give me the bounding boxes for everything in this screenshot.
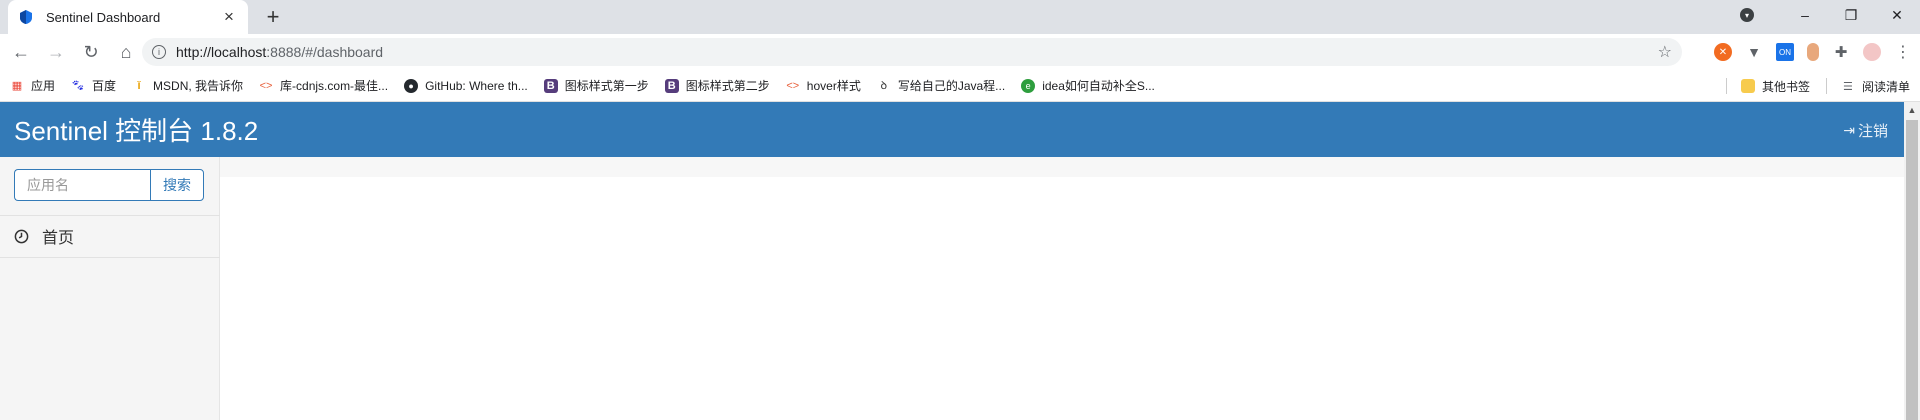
- tab-title: Sentinel Dashboard: [46, 9, 161, 25]
- extensions-puzzle-icon[interactable]: ✚: [1832, 43, 1850, 61]
- sidebar-item-label: 首页: [42, 230, 75, 247]
- bookmark-separator: [1825, 78, 1827, 94]
- sentinel-shield-icon: [20, 10, 32, 24]
- extension-capsule-icon[interactable]: [1807, 43, 1819, 61]
- forward-arrow-icon[interactable]: →: [42, 38, 70, 66]
- bookmark-label: GitHub: Where th...: [425, 78, 528, 93]
- bookmark-label: hover样式: [806, 79, 861, 93]
- scrollbar-thumb[interactable]: [1906, 120, 1918, 420]
- bookmark-item[interactable]: ▦ 应用: [10, 77, 55, 94]
- bookmarks-bar: ▦ 应用 🐾︎ 百度 ǐ MSDN, 我告诉你 <> 库-cdnjs.com-最…: [0, 70, 1920, 102]
- reading-list-icon: ☰: [1843, 80, 1853, 93]
- tab-search-icon[interactable]: ▾: [1740, 8, 1754, 22]
- new-tab-button[interactable]: +: [260, 5, 286, 31]
- bookmark-item[interactable]: 🐾︎ 百度: [71, 77, 116, 94]
- back-arrow-icon[interactable]: ←: [7, 38, 35, 66]
- extensions-area: ✕ ▼ ON ✚ ⋮: [1701, 38, 1912, 66]
- bookmark-item[interactable]: <> 库-cdnjs.com-最佳...: [259, 77, 388, 94]
- bookmark-label: 写给自己的Java程...: [897, 79, 1006, 93]
- bookmark-item[interactable]: B 图标样式第一步: [543, 77, 649, 94]
- browser-menu-icon[interactable]: ⋮: [1894, 43, 1912, 61]
- e-circle-icon: e: [1021, 78, 1036, 93]
- apps-grid-icon: ▦: [11, 80, 23, 92]
- minimize-button[interactable]: –: [1782, 0, 1828, 30]
- app-header: Sentinel 控制台 1.8.2 ⇥ 注销: [0, 102, 1904, 157]
- home-icon[interactable]: ⌂: [112, 38, 140, 66]
- scroll-up-arrow-icon[interactable]: ▲: [1904, 102, 1920, 118]
- tab-close-icon[interactable]: ×: [220, 7, 238, 27]
- search-button[interactable]: 搜索: [150, 169, 204, 201]
- dashboard-clock-icon: [14, 229, 29, 243]
- bookmark-item[interactable]: ● GitHub: Where th...: [404, 78, 528, 93]
- script-icon: ꝺ: [880, 80, 888, 92]
- bookmark-label: 其他书签: [1761, 79, 1810, 94]
- address-url[interactable]: http://localhost:8888/#/dashboard: [176, 44, 1658, 60]
- bookmark-label: 图标样式第二步: [685, 79, 770, 93]
- folder-icon: [1740, 79, 1755, 93]
- bookmark-label: 图标样式第一步: [564, 79, 649, 93]
- app-search-input[interactable]: [14, 169, 150, 201]
- bookmark-label: 百度: [92, 79, 117, 93]
- restore-button[interactable]: ❐: [1828, 0, 1874, 30]
- bookmark-separator: [1725, 78, 1727, 94]
- profile-avatar-icon[interactable]: [1863, 43, 1881, 61]
- content-top-band: [220, 157, 1904, 177]
- url-path: :8888/#/dashboard: [266, 44, 384, 60]
- bookmarks-right: 其他书签 ☰ 阅读清单: [1725, 70, 1910, 102]
- bookmark-label: MSDN, 我告诉你: [153, 79, 244, 93]
- sidebar-item-home[interactable]: 首页: [0, 215, 220, 257]
- reload-icon[interactable]: ↻: [77, 38, 105, 66]
- bookmark-label: idea如何自动补全S...: [1042, 79, 1155, 93]
- bookmark-item[interactable]: ꝺ 写给自己的Java程...: [877, 77, 1006, 94]
- close-window-button[interactable]: ✕: [1874, 0, 1920, 30]
- code-brackets-icon: <>: [259, 79, 273, 92]
- sidebar-divider: [0, 257, 220, 258]
- page-scrollbar[interactable]: ▲: [1904, 102, 1920, 420]
- page-viewport: Sentinel 控制台 1.8.2 ⇥ 注销 搜索 首页: [0, 102, 1904, 420]
- window-controls: ▾ – ❐ ✕: [1740, 0, 1920, 30]
- bookmark-label: 阅读清单: [1861, 79, 1910, 94]
- sidebar: 搜索 首页: [0, 157, 220, 420]
- logout-label: 注销: [1857, 123, 1888, 140]
- extension-orange-icon[interactable]: ✕: [1714, 43, 1732, 61]
- brand-title[interactable]: Sentinel 控制台 1.8.2: [14, 111, 258, 148]
- msdn-icon: ǐ: [137, 79, 141, 92]
- app-search-form: 搜索: [14, 169, 204, 201]
- logout-icon: ⇥: [1843, 122, 1855, 138]
- bookmark-label: 应用: [31, 79, 56, 93]
- bootstrap-icon: B: [543, 78, 558, 93]
- url-host: http://localhost: [176, 44, 267, 60]
- bookmark-item[interactable]: e idea如何自动补全S...: [1021, 77, 1155, 94]
- bookmark-star-icon[interactable]: ☆: [1658, 42, 1672, 62]
- bootstrap-icon: B: [664, 78, 679, 93]
- bookmark-label: 库-cdnjs.com-最佳...: [280, 79, 389, 93]
- extension-v-icon[interactable]: ▼: [1745, 43, 1763, 61]
- reading-list[interactable]: ☰ 阅读清单: [1841, 78, 1910, 95]
- logout-link[interactable]: ⇥ 注销: [1843, 120, 1888, 141]
- bookmark-item[interactable]: ǐ MSDN, 我告诉你: [132, 77, 244, 94]
- code-brackets-icon: <>: [786, 79, 800, 92]
- browser-tab[interactable]: Sentinel Dashboard ×: [8, 0, 248, 34]
- extension-on-badge-icon[interactable]: ON: [1776, 43, 1794, 61]
- bookmark-item[interactable]: <> hover样式: [786, 77, 861, 94]
- github-icon: ●: [404, 78, 419, 93]
- site-info-icon[interactable]: i: [152, 45, 166, 59]
- baidu-paw-icon: 🐾︎: [71, 80, 85, 92]
- browser-tab-strip: Sentinel Dashboard × + ▾ – ❐ ✕: [0, 0, 1920, 34]
- browser-toolbar: ← → ↻ ⌂ i http://localhost:8888/#/dashbo…: [0, 34, 1920, 70]
- address-bar[interactable]: i http://localhost:8888/#/dashboard ☆: [142, 38, 1682, 66]
- bookmark-item[interactable]: B 图标样式第二步: [664, 77, 770, 94]
- other-bookmarks[interactable]: 其他书签: [1740, 78, 1810, 95]
